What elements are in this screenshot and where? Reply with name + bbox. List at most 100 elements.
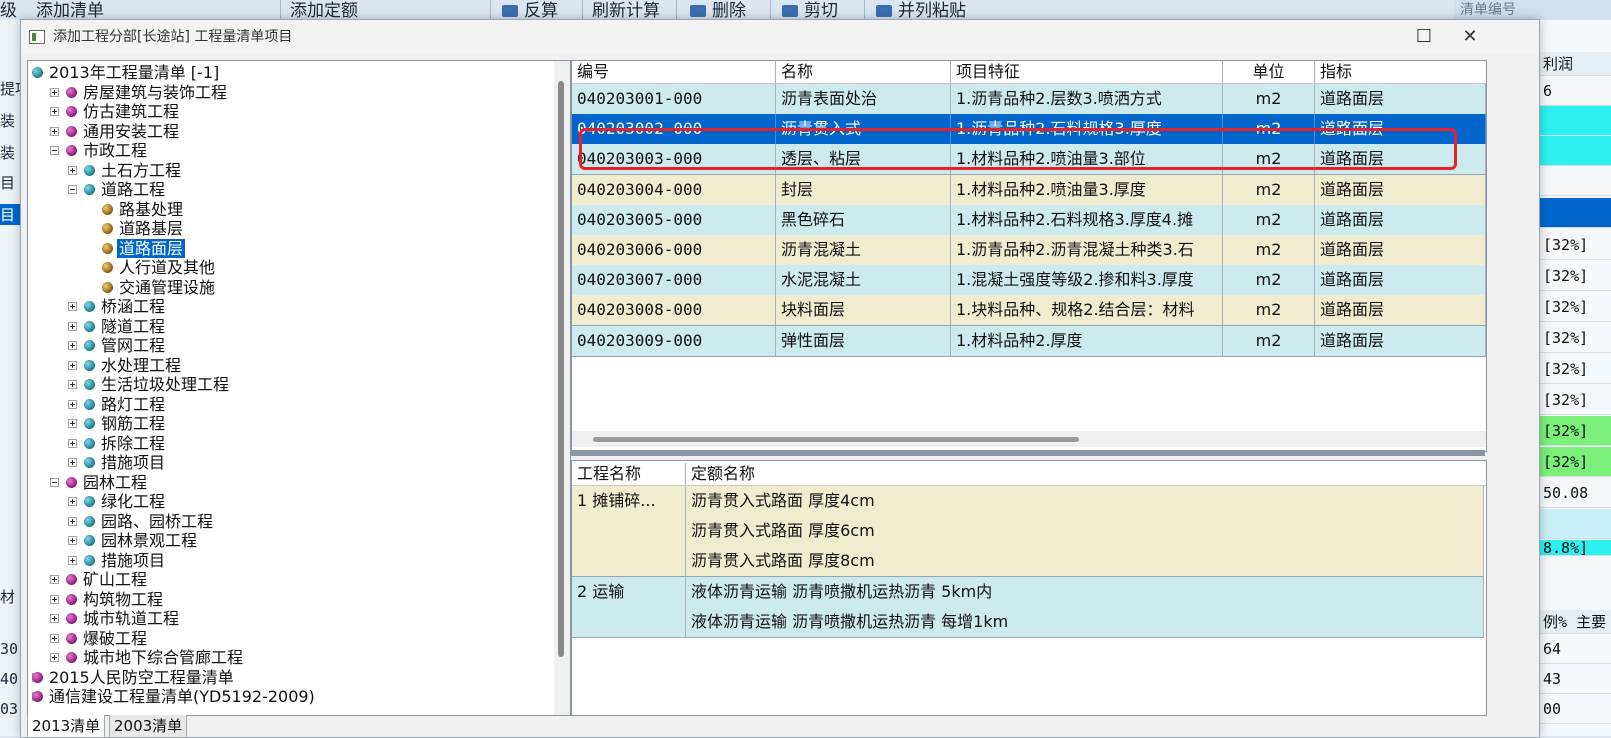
bg-right-cell: [32%] [1539, 385, 1611, 415]
items-grid-header: 编号 名称 项目特征 单位 指标 [572, 61, 1486, 84]
expand-icon[interactable] [68, 438, 77, 448]
maximize-button[interactable]: ☐ [1401, 20, 1447, 54]
tree-item-label: 市政工程 [83, 141, 148, 160]
expand-icon[interactable] [68, 380, 77, 389]
paste-parallel-button[interactable]: 并列粘贴 [876, 0, 966, 20]
cell-index: 道路面层 [1315, 84, 1486, 114]
add-quota-button[interactable]: 添加定额 [290, 0, 358, 20]
expand-icon[interactable] [68, 497, 77, 506]
cell-code: 040203007-000 [572, 265, 776, 296]
tree-item-label: 管网工程 [101, 336, 166, 355]
tree-item-label: 措施项目 [101, 550, 166, 570]
tree-item-label: 城市地下综合管廊工程 [83, 648, 244, 667]
collapse-icon[interactable] [50, 146, 59, 155]
table-row[interactable]: 040203002-000 沥青贯入式 1.沥青品种2.石料规格3.厚度 m2 道路面层 [572, 114, 1486, 146]
header-index[interactable]: 指标 [1315, 61, 1486, 83]
items-scroll-thumb[interactable] [593, 437, 1079, 442]
quota-grid[interactable]: 工程名称 定额名称 1 摊铺碎... 沥青贯入式路面 厚度4cm 沥青贯入式路面 厚… [571, 460, 1487, 716]
table-row[interactable]: 沥青贯入式路面 厚度6cm [572, 516, 1484, 548]
bg-search-field[interactable]: 清单编号 [1454, 0, 1611, 20]
header-name[interactable]: 名称 [776, 61, 951, 83]
table-row[interactable]: 040203001-000 沥青表面处治 1.沥青品种2.层数3.喷洒方式 m2 道路面… [572, 84, 1486, 115]
refresh-calc-button[interactable]: 刷新计算 [592, 0, 660, 20]
delete-button[interactable]: 删除 [690, 0, 746, 20]
toolbar-divider [770, 0, 771, 20]
expand-icon[interactable] [68, 399, 77, 409]
toolbar-divider [280, 0, 281, 20]
expand-icon[interactable] [68, 458, 77, 467]
cell-quota-name: 液体沥青运输 沥青喷撒机运热沥青 每增1km [686, 606, 1484, 637]
table-row[interactable]: 040203009-000 弹性面层 1.材料品种2.厚度 m2 道路面层 [572, 325, 1486, 357]
bill-items-grid[interactable]: 编号 名称 项目特征 单位 指标 040203001-000 沥青表面处治 1.沥青… [571, 60, 1487, 452]
expand-icon[interactable] [68, 360, 77, 370]
tab-2013-bill[interactable]: 2013清单 [27, 715, 106, 738]
cut-button[interactable]: 剪切 [782, 0, 838, 20]
app-icon [29, 30, 45, 44]
cell-project-name: 1 摊铺碎... [572, 486, 686, 516]
table-row[interactable]: 1 摊铺碎... 沥青贯入式路面 厚度4cm [572, 486, 1484, 517]
header-project-name[interactable]: 工程名称 [572, 463, 686, 485]
collapse-icon[interactable] [68, 185, 77, 194]
table-row[interactable]: 2 运输 液体沥青运输 沥青喷撒机运热沥青 5km内 [572, 576, 1484, 608]
bg-right-bottom-cell: 00 [1539, 694, 1611, 724]
bg-right-cell: 6 [1539, 76, 1611, 106]
expand-icon[interactable] [50, 633, 59, 643]
expand-icon[interactable] [68, 165, 77, 175]
header-unit[interactable]: 单位 [1223, 61, 1315, 83]
category-tree[interactable]: 2013年工程量清单 [-1] 房屋建筑与装饰工程 仿古建筑工程 通用安装工程 市政工程… [27, 60, 571, 716]
table-row[interactable]: 040203003-000 透层、粘层 1.材料品种2.喷油量3.部位 m2 道路面层 [572, 144, 1486, 176]
add-item-button[interactable]: 添加清单 [36, 0, 104, 20]
header-quota-name[interactable]: 定额名称 [686, 463, 1486, 485]
cell-code: 040203005-000 [572, 204, 776, 235]
bg-left-value: 03 [0, 700, 19, 718]
expand-icon[interactable] [50, 87, 59, 97]
expand-icon[interactable] [68, 516, 77, 526]
cell-code: 040203001-000 [572, 84, 776, 114]
bg-right-cell [1539, 509, 1611, 539]
expand-icon[interactable] [50, 107, 59, 116]
panel-splitter[interactable] [571, 450, 1485, 456]
table-row[interactable]: 沥青贯入式路面 厚度8cm [572, 546, 1484, 578]
table-row[interactable]: 液体沥青运输 沥青喷撒机运热沥青 每增1km [572, 606, 1484, 638]
expand-icon[interactable] [68, 341, 77, 350]
folder-node-icon [66, 476, 77, 488]
tab-2003-bill[interactable]: 2003清单 [109, 715, 188, 738]
header-code[interactable]: 编号 [572, 61, 776, 83]
add-bill-item-dialog: 添加工程分部[长途站] 工程量清单项目 ☐ ✕ 2013年工程量清单 [-1] 房… [20, 19, 1540, 738]
expand-icon[interactable] [50, 575, 59, 584]
header-features[interactable]: 项目特征 [951, 61, 1223, 83]
reverse-calc-button[interactable]: 反算 [502, 0, 558, 20]
table-row[interactable]: 040203007-000 水泥混凝土 1.混凝土强度等级2.掺和料3.厚度 m2 道路… [572, 265, 1486, 297]
expand-icon[interactable] [68, 321, 77, 331]
tree-vertical-scrollbar[interactable] [554, 61, 570, 715]
minimize-button[interactable] [1355, 20, 1401, 54]
expand-icon[interactable] [50, 653, 59, 662]
bg-left-text: 目 [0, 174, 16, 192]
items-horizontal-scrollbar[interactable] [572, 431, 1486, 447]
bg-level-label: 级 [0, 1, 17, 20]
tree-scroll-thumb[interactable] [558, 81, 564, 657]
close-button[interactable]: ✕ [1447, 20, 1493, 54]
table-row[interactable]: 040203004-000 封层 1.材料品种2.喷油量3.厚度 m2 道路面层 [572, 174, 1486, 206]
table-row[interactable]: 040203005-000 黑色碎石 1.材料品种2.石料规格3.厚度4.摊 m2 道路… [572, 204, 1486, 236]
table-row[interactable]: 040203008-000 块料面层 1.块料品种、规格2.结合层：材料 m2 道路面层 [572, 295, 1486, 327]
tree-item-label: 2013年工程量清单 [-1] [49, 63, 220, 82]
expand-icon[interactable] [50, 614, 59, 623]
leaf-node-icon [102, 203, 113, 215]
expand-icon[interactable] [50, 126, 59, 136]
cell-features: 1.材料品种2.厚度 [951, 325, 1223, 356]
tree-item-label: 路灯工程 [101, 394, 166, 414]
expand-icon[interactable] [68, 555, 77, 565]
table-row[interactable]: 040203006-000 沥青混凝土 1.沥青品种2.沥青混凝土种类3.石 m2 道路… [572, 235, 1486, 266]
bg-right-cell [1539, 106, 1611, 136]
close-icon: ✕ [1462, 26, 1478, 47]
bg-right-cell: [32%] [1539, 323, 1611, 353]
expand-icon[interactable] [50, 594, 59, 604]
collapse-icon[interactable] [50, 477, 59, 487]
folder-node-icon [84, 515, 95, 527]
expand-icon[interactable] [68, 302, 77, 311]
dialog-titlebar[interactable]: 添加工程分部[长途站] 工程量清单项目 ☐ ✕ [21, 20, 1539, 54]
expand-icon[interactable] [68, 536, 77, 545]
expand-icon[interactable] [68, 419, 77, 428]
tree-item-label: 道路基层 [119, 219, 184, 238]
